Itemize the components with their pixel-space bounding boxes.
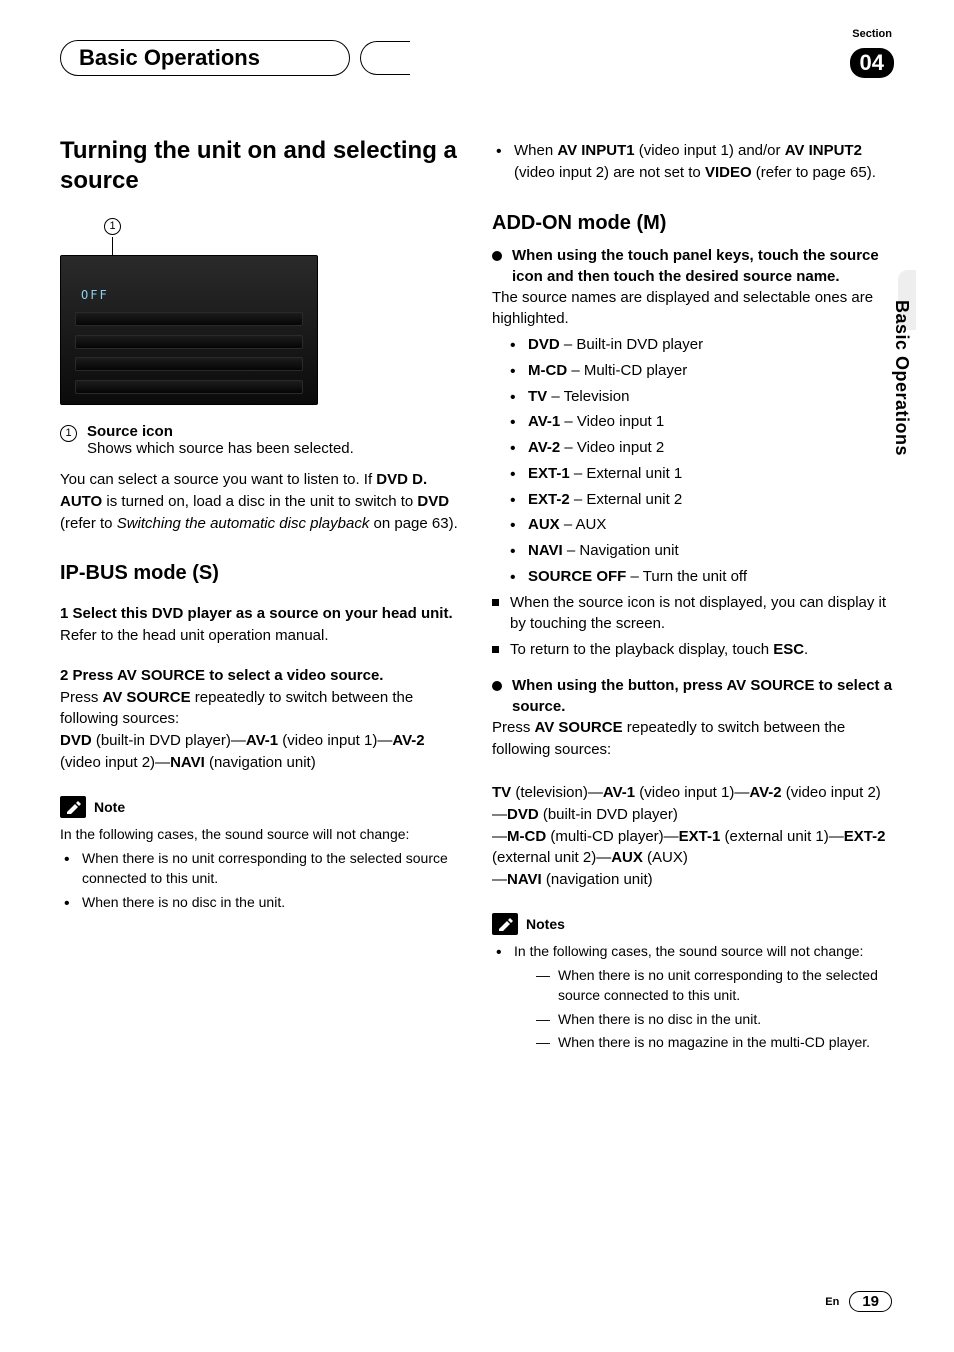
touch-panel-instruction: When using the touch panel keys, touch t… — [492, 245, 894, 287]
chapter-header: Basic Operations — [60, 40, 894, 76]
source-item: AV-2 – Video input 2 — [492, 437, 894, 459]
notes-dash-1: When there is no unit corresponding to t… — [514, 965, 894, 1006]
source-item: EXT-2 – External unit 2 — [492, 489, 894, 511]
note-title: Note — [94, 799, 125, 815]
square-note-2: To return to the playback display, touch… — [492, 639, 894, 661]
pencil-icon — [60, 796, 86, 818]
ipbus-source-sequence: DVD (built-in DVD player)—AV-1 (video in… — [60, 730, 462, 774]
note-bullet-2: When there is no disc in the unit. — [60, 892, 462, 912]
top-bullet-av-input: When AV INPUT1 (video input 1) and/or AV… — [492, 140, 894, 184]
button-body: Press AV SOURCE repeatedly to switch bet… — [492, 717, 894, 761]
note-intro: In the following cases, the sound source… — [60, 824, 462, 844]
section-number-badge: 04 — [850, 48, 894, 78]
notes-intro-bullet: In the following cases, the sound source… — [492, 941, 894, 1052]
source-item: NAVI – Navigation unit — [492, 540, 894, 562]
source-item: EXT-1 – External unit 1 — [492, 463, 894, 485]
notes-block: Notes — [492, 913, 894, 935]
touch-panel-body: The source names are displayed and selec… — [492, 287, 894, 331]
addon-source-sequence: TV (television)—AV-1 (video input 1)—AV-… — [492, 760, 894, 891]
list-number-1: 1 — [60, 425, 77, 442]
source-item: AV-1 – Video input 1 — [492, 411, 894, 433]
source-item: DVD – Built-in DVD player — [492, 334, 894, 356]
source-icon-desc: Shows which source has been selected. — [87, 440, 354, 457]
side-section-label: Basic Operations — [891, 300, 912, 456]
source-item: SOURCE OFF – Turn the unit off — [492, 566, 894, 588]
notes-dash-2: When there is no disc in the unit. — [514, 1009, 894, 1029]
source-icon-label: Source icon — [87, 423, 173, 440]
notes-title: Notes — [526, 916, 565, 932]
device-figure: 1 OFF — [60, 216, 462, 405]
left-column: Turning the unit on and selecting a sour… — [60, 136, 462, 1056]
step-2-body: Press AV SOURCE repeatedly to switch bet… — [60, 687, 462, 731]
bullet-dot-icon — [492, 681, 502, 691]
source-item: TV – Television — [492, 386, 894, 408]
bullet-dot-icon — [492, 251, 502, 261]
button-instruction: When using the button, press AV SOURCE t… — [492, 675, 894, 717]
callout-number: 1 — [104, 218, 121, 235]
heading-ipbus-mode: IP-BUS mode (S) — [60, 562, 462, 585]
source-item: M-CD – Multi-CD player — [492, 360, 894, 382]
source-list: DVD – Built-in DVD player M-CD – Multi-C… — [492, 334, 894, 588]
step-1-heading: 1 Select this DVD player as a source on … — [60, 603, 462, 625]
intro-paragraph: You can select a source you want to list… — [60, 469, 462, 534]
square-note-1: When the source icon is not displayed, y… — [492, 592, 894, 636]
notes-dash-3: When there is no magazine in the multi-C… — [514, 1032, 894, 1052]
step-2-heading: 2 Press AV SOURCE to select a video sour… — [60, 665, 462, 687]
heading-addon-mode: ADD-ON mode (M) — [492, 212, 894, 235]
step-1-body: Refer to the head unit operation manual. — [60, 625, 462, 647]
chapter-title: Basic Operations — [79, 45, 260, 70]
note-block: Note — [60, 796, 462, 818]
page-footer: En 19 — [825, 1291, 892, 1312]
footer-language: En — [825, 1296, 839, 1308]
note-bullet-1: When there is no unit corresponding to t… — [60, 848, 462, 889]
device-off-label: OFF — [81, 288, 109, 302]
source-item: AUX – AUX — [492, 514, 894, 536]
pencil-icon — [492, 913, 518, 935]
footer-page-number: 19 — [849, 1291, 892, 1312]
section-label: Section — [852, 28, 892, 40]
right-column: When AV INPUT1 (video input 1) and/or AV… — [492, 136, 894, 1056]
device-screenshot: OFF — [60, 255, 318, 405]
heading-turning-unit-on: Turning the unit on and selecting a sour… — [60, 136, 462, 196]
